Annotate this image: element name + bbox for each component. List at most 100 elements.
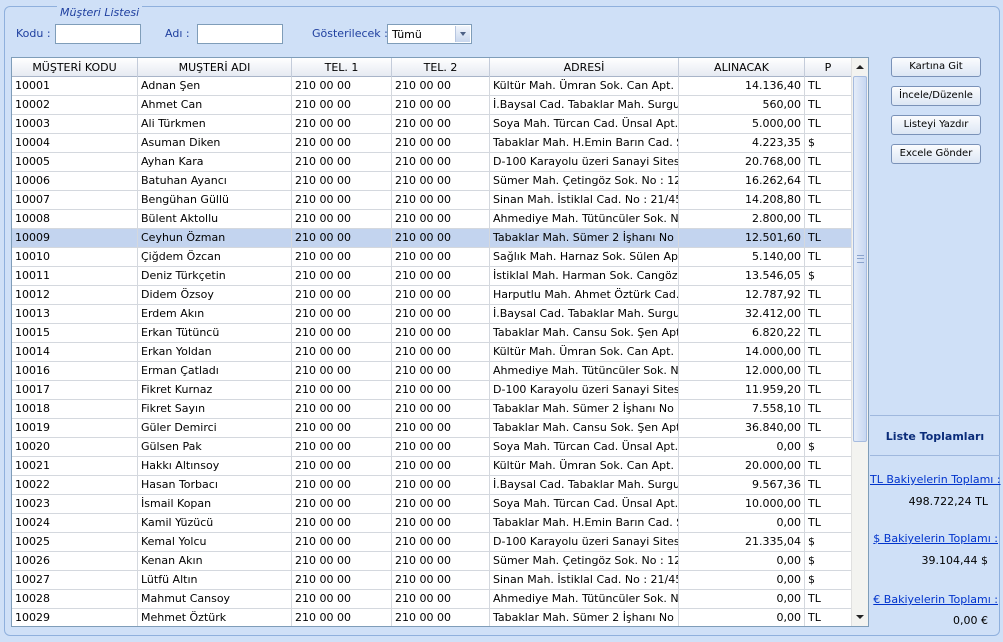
- column-header-address[interactable]: ADRESİ: [490, 58, 679, 77]
- table-row[interactable]: 10019 Güler Demirci 210 00 00 210 00 00 Taba…: [12, 419, 852, 438]
- table-row[interactable]: 10016 Erman Çatladı 210 00 00 210 00 00 Ahme…: [12, 362, 852, 381]
- cell-tel2: 210 00 00: [392, 514, 490, 532]
- cell-receivable: 12.501,60: [679, 229, 805, 247]
- table-row[interactable]: 10018 Fikret Sayın 210 00 00 210 00 00 Tabak…: [12, 400, 852, 419]
- cell-receivable: 0,00: [679, 609, 805, 626]
- cell-name: Çiğdem Özcan: [138, 248, 292, 266]
- column-header-receivable[interactable]: ALINACAK: [679, 58, 805, 77]
- column-header-tel2[interactable]: TEL. 2: [392, 58, 490, 77]
- table-row[interactable]: 10002 Ahmet Can 210 00 00 210 00 00 İ.Baysal…: [12, 96, 852, 115]
- show-select[interactable]: Tümü: [387, 24, 472, 44]
- cell-name: Gülsen Pak: [138, 438, 292, 456]
- cell-tel2: 210 00 00: [392, 324, 490, 342]
- cell-address: Sümer Mah. Çetingöz Sok. No : 125/2!: [490, 552, 679, 570]
- cell-name: Mahmut Cansoy: [138, 590, 292, 608]
- column-header-tel1[interactable]: TEL. 1: [292, 58, 392, 77]
- cell-tel2: 210 00 00: [392, 172, 490, 190]
- table-row[interactable]: 10013 Erdem Akın 210 00 00 210 00 00 İ.Baysa…: [12, 305, 852, 324]
- table-row[interactable]: 10028 Mahmut Cansoy 210 00 00 210 00 00 Ahme…: [12, 590, 852, 609]
- scroll-down-icon[interactable]: [852, 609, 868, 625]
- table-row[interactable]: 10008 Bülent Aktollu 210 00 00 210 00 00 Ahm…: [12, 210, 852, 229]
- cell-currency: TL: [805, 343, 852, 361]
- cell-receivable: 21.335,04: [679, 533, 805, 551]
- table-row[interactable]: 10015 Erkan Tütüncü 210 00 00 210 00 00 Taba…: [12, 324, 852, 343]
- cell-tel2: 210 00 00: [392, 362, 490, 380]
- name-input[interactable]: [197, 24, 283, 44]
- cell-name: Batuhan Ayancı: [138, 172, 292, 190]
- column-header-currency[interactable]: P: [805, 58, 852, 77]
- table-row[interactable]: 10029 Mehmet Öztürk 210 00 00 210 00 00 Taba…: [12, 609, 852, 626]
- cell-code: 10021: [12, 457, 138, 475]
- table-row[interactable]: 10010 Çiğdem Özcan 210 00 00 210 00 00 Sağlı…: [12, 248, 852, 267]
- cell-tel2: 210 00 00: [392, 96, 490, 114]
- cell-code: 10016: [12, 362, 138, 380]
- scroll-up-icon[interactable]: [852, 59, 868, 75]
- table-row[interactable]: 10020 Gülsen Pak 210 00 00 210 00 00 Soya Ma…: [12, 438, 852, 457]
- table-row[interactable]: 10009 Ceyhun Özman 210 00 00 210 00 00 Tabak…: [12, 229, 852, 248]
- cell-name: Lütfü Altın: [138, 571, 292, 589]
- cell-currency: $: [805, 267, 852, 285]
- table-row[interactable]: 10022 Hasan Torbacı 210 00 00 210 00 00 İ.Ba…: [12, 476, 852, 495]
- cell-code: 10005: [12, 153, 138, 171]
- usd-total-link[interactable]: $ Bakiyelerin Toplamı :: [870, 532, 998, 545]
- vertical-scrollbar[interactable]: [851, 58, 868, 626]
- print-list-button[interactable]: Listeyi Yazdır: [891, 115, 981, 135]
- cell-address: Sinan Mah. İstiklal Cad. No : 21/45 BO: [490, 571, 679, 589]
- table-row[interactable]: 10007 Bengühan Güllü 210 00 00 210 00 00 Sin…: [12, 191, 852, 210]
- code-label: Kodu :: [16, 27, 51, 40]
- cell-tel2: 210 00 00: [392, 343, 490, 361]
- scroll-thumb[interactable]: [853, 76, 867, 442]
- table-row[interactable]: 10004 Asuman Diken 210 00 00 210 00 00 Tabak…: [12, 134, 852, 153]
- go-to-card-button[interactable]: Kartına Git: [891, 57, 981, 77]
- cell-code: 10023: [12, 495, 138, 513]
- code-input[interactable]: [55, 24, 141, 44]
- table-row[interactable]: 10027 Lütfü Altın 210 00 00 210 00 00 Sinan …: [12, 571, 852, 590]
- table-row[interactable]: 10023 İsmail Kopan 210 00 00 210 00 00 Soya …: [12, 495, 852, 514]
- column-header-code[interactable]: MÜŞTERİ KODU: [12, 58, 138, 77]
- cell-address: Ahmediye Mah. Tütüncüler Sok. No : 1: [490, 362, 679, 380]
- cell-code: 10011: [12, 267, 138, 285]
- cell-tel2: 210 00 00: [392, 267, 490, 285]
- table-row[interactable]: 10006 Batuhan Ayancı 210 00 00 210 00 00 Süm…: [12, 172, 852, 191]
- cell-receivable: 5.140,00: [679, 248, 805, 266]
- table-row[interactable]: 10005 Ayhan Kara 210 00 00 210 00 00 D-100 K…: [12, 153, 852, 172]
- table-row[interactable]: 10021 Hakkı Altınsoy 210 00 00 210 00 00 Kül…: [12, 457, 852, 476]
- cell-address: D-100 Karayolu üzeri Sanayi Sitesi D B: [490, 381, 679, 399]
- cell-tel2: 210 00 00: [392, 438, 490, 456]
- cell-tel2: 210 00 00: [392, 191, 490, 209]
- table-row[interactable]: 10001 Adnan Şen 210 00 00 210 00 00 Kültür M…: [12, 77, 852, 96]
- cell-tel1: 210 00 00: [292, 77, 392, 95]
- cell-tel2: 210 00 00: [392, 286, 490, 304]
- cell-code: 10006: [12, 172, 138, 190]
- eur-total-link[interactable]: € Bakiyelerin Toplamı :: [870, 593, 998, 606]
- table-row[interactable]: 10024 Kamil Yüzücü 210 00 00 210 00 00 Tabak…: [12, 514, 852, 533]
- table-row[interactable]: 10012 Didem Özsoy 210 00 00 210 00 00 Harput…: [12, 286, 852, 305]
- cell-currency: $: [805, 438, 852, 456]
- cell-tel2: 210 00 00: [392, 571, 490, 589]
- table-row[interactable]: 10003 Ali Türkmen 210 00 00 210 00 00 Soya M…: [12, 115, 852, 134]
- cell-receivable: 4.223,35: [679, 134, 805, 152]
- cell-code: 10017: [12, 381, 138, 399]
- cell-tel2: 210 00 00: [392, 115, 490, 133]
- cell-tel2: 210 00 00: [392, 457, 490, 475]
- cell-name: Ceyhun Özman: [138, 229, 292, 247]
- send-excel-button[interactable]: Excele Gönder: [891, 144, 981, 164]
- cell-tel2: 210 00 00: [392, 77, 490, 95]
- column-header-name[interactable]: MUŞTERİ ADI: [138, 58, 292, 77]
- table-row[interactable]: 10017 Fikret Kurnaz 210 00 00 210 00 00 D-10…: [12, 381, 852, 400]
- table-row[interactable]: 10025 Kemal Yolcu 210 00 00 210 00 00 D-100 …: [12, 533, 852, 552]
- cell-currency: TL: [805, 457, 852, 475]
- cell-address: Kültür Mah. Ümran Sok. Can Apt. No :: [490, 343, 679, 361]
- inspect-edit-button[interactable]: İncele/Düzenle: [891, 86, 981, 106]
- cell-tel2: 210 00 00: [392, 153, 490, 171]
- table-row[interactable]: 10011 Deniz Türkçetin 210 00 00 210 00 00 İs…: [12, 267, 852, 286]
- chevron-down-icon[interactable]: [455, 26, 470, 42]
- cell-code: 10028: [12, 590, 138, 608]
- cell-currency: TL: [805, 172, 852, 190]
- table-row[interactable]: 10026 Kenan Akın 210 00 00 210 00 00 Sümer M…: [12, 552, 852, 571]
- table-row[interactable]: 10014 Erkan Yoldan 210 00 00 210 00 00 Kültü…: [12, 343, 852, 362]
- cell-address: Soya Mah. Türcan Cad. Ünsal Apt. No: [490, 438, 679, 456]
- show-label: Gösterilecek :: [312, 27, 388, 40]
- cell-code: 10029: [12, 609, 138, 626]
- tl-total-link[interactable]: TL Bakiyelerin Toplamı :: [870, 473, 1001, 486]
